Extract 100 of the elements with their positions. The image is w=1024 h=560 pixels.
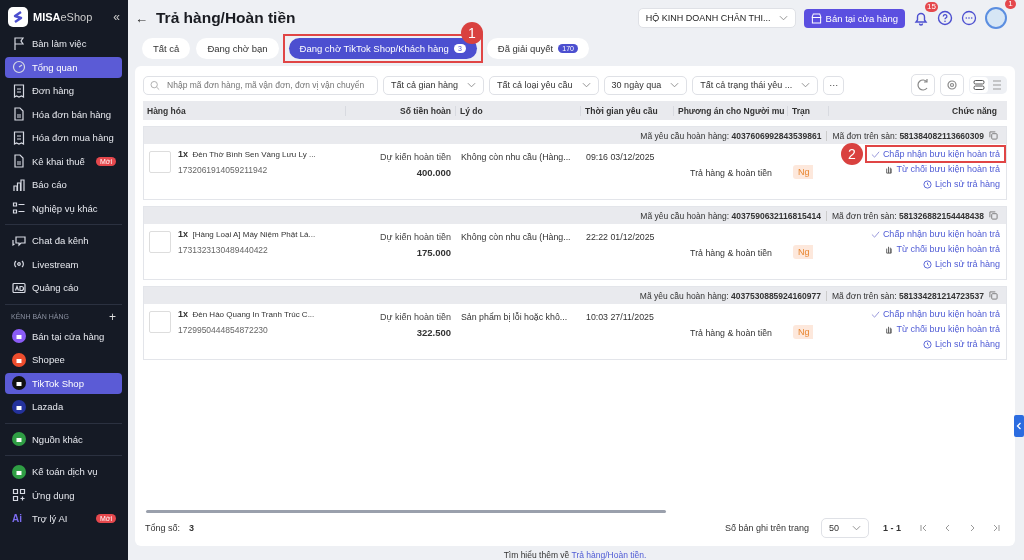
sidebar-item[interactable]: Lazada [5, 396, 122, 418]
search-field[interactable]: Nhập mã đơn hàng, mã vận đơn, đơn vị vận chuyển [143, 75, 378, 95]
first-page-icon[interactable] [919, 523, 929, 533]
notification-count: 15 [925, 2, 938, 12]
more-icon[interactable] [961, 10, 977, 26]
avatar[interactable] [985, 7, 1007, 29]
status-chip: Ng [793, 325, 813, 339]
callout-number: 2 [840, 143, 863, 165]
page-range: 1 - 1 [883, 523, 901, 533]
help-link[interactable]: Trả hàng/Hoàn tiền. [571, 550, 647, 560]
copy-icon[interactable] [989, 131, 998, 140]
sidebar-item[interactable]: Hóa đơn bán hàng [5, 103, 122, 125]
status-chip: Ng [793, 165, 813, 179]
chevron-down-icon [778, 15, 788, 21]
reason-text: Sản phẩm bị lỗi hoặc khô... [460, 311, 569, 324]
sidebar-item[interactable]: Tổng quan [5, 56, 122, 78]
logo-icon [8, 7, 28, 27]
add-button[interactable]: + [109, 310, 116, 323]
action-link[interactable]: Từ chối bưu kiện hoàn trả [884, 162, 1000, 176]
action-link[interactable]: Chấp nhận bưu kiện hoàn trả [870, 227, 1000, 241]
sidebar-item[interactable]: Hóa đơn mua hàng [5, 127, 122, 149]
action-link[interactable]: Từ chối bưu kiện hoàn trả [884, 322, 1000, 336]
sidebar-item[interactable]: Shopee [5, 349, 122, 371]
settings-icon[interactable] [940, 74, 964, 96]
order-code: Mã đơn trên sàn: 581384082113660309 [826, 130, 984, 141]
notification-bell-icon[interactable] [913, 10, 929, 26]
refund-amount: 400.000 [416, 167, 451, 178]
product-sku: 1732061914059211942 [178, 165, 269, 175]
sidebar-item[interactable]: Kế toán dịch vụ [5, 461, 122, 483]
product-name: 1x Đèn Hào Quang In Tranh Trúc C... [178, 309, 315, 319]
sidebar-item[interactable]: Bàn làm việc [5, 33, 122, 55]
action-link[interactable]: Từ chối bưu kiện hoàn trả [884, 242, 1000, 256]
action-link[interactable]: Chấp nhận bưu kiện hoàn trả [870, 147, 1000, 161]
refund-label: Dự kiến hoàn tiền [379, 232, 451, 242]
filter-dropdown[interactable]: 30 ngày qua [603, 75, 688, 95]
request-time: 10:03 27/11/2025 [585, 311, 655, 324]
check-icon [870, 229, 880, 239]
column-header: Trạn [787, 105, 828, 116]
action-link[interactable]: Lịch sử trả hàng [922, 177, 1000, 191]
sidebar-item[interactable]: Nguồn khác [5, 428, 122, 450]
order-code: Mã đơn trên sàn: 581326882154448438 [825, 210, 984, 221]
sidebar-item[interactable]: Quảng cáo [5, 277, 122, 299]
expand-handle-icon[interactable] [1014, 415, 1024, 437]
refund-label: Dự kiến hoàn tiền [379, 312, 451, 322]
filter-dropdown[interactable]: Tất cả gian hàng [383, 75, 485, 95]
buyer-solution: Trả hàng & hoàn tiền [689, 247, 773, 260]
card-view-icon[interactable] [970, 77, 988, 93]
product-name: 1x Đèn Thờ Bình Sen Vàng Lưu Ly ... [178, 149, 316, 159]
avatar-badge: 1 [1005, 0, 1016, 9]
history-icon [922, 179, 932, 189]
sidebar-item[interactable]: Nghiệp vụ khác [5, 197, 122, 219]
help-icon[interactable] [937, 10, 953, 26]
filter-dropdown[interactable]: Tất cả loại yêu cầu [489, 75, 599, 95]
request-code: Mã yêu cầu hoàn hàng: 4037606992843539861 [640, 130, 822, 141]
column-header: Chức năng [828, 105, 1007, 116]
hand-icon [884, 324, 894, 334]
buyer-solution: Trả hàng & hoàn tiền [689, 167, 773, 180]
sidebar-item[interactable]: Báo cáo [5, 174, 122, 196]
sidebar-item[interactable]: Bán tại cửa hàng [5, 325, 122, 347]
doc-icon [12, 154, 26, 169]
refresh-icon[interactable] [911, 74, 935, 96]
action-link[interactable]: Lịch sử trả hàng [922, 257, 1000, 271]
more-filters-button[interactable]: ··· [823, 75, 845, 95]
page-title: Trả hàng/Hoàn tiền [156, 9, 296, 27]
hand-icon [884, 164, 894, 174]
refund-label: Dự kiến hoàn tiền [379, 152, 451, 162]
history-icon [922, 339, 932, 349]
sidebar-item[interactable]: Livestream [5, 253, 122, 275]
collapse-button[interactable]: « [111, 10, 122, 24]
receipt-icon [12, 130, 26, 145]
pos-button[interactable]: Bán tại cửa hàng [803, 8, 905, 28]
sidebar-item[interactable]: Đơn hàng [5, 80, 122, 102]
sidebar-item[interactable]: Ứng dụng [5, 484, 122, 506]
column-header: Phương án cho Người mu [673, 105, 787, 116]
action-link[interactable]: Lịch sử trả hàng [922, 337, 1000, 351]
bar-chart-icon [12, 177, 26, 192]
page-size-dropdown[interactable]: 50 [821, 518, 869, 538]
column-header: Thời gian yêu cầu [580, 105, 673, 116]
sidebar-item[interactable]: Chat đa kênh [5, 230, 122, 252]
tab[interactable]: Đang chờ bạn [196, 37, 279, 59]
last-page-icon[interactable] [991, 523, 1001, 533]
grid-icon [12, 488, 26, 503]
image-placeholder [149, 231, 171, 253]
check-icon [870, 309, 880, 319]
column-header: Số tiền hoàn [345, 105, 455, 116]
store-dropdown[interactable]: HỘ KINH DOANH CHÂN THI... [637, 8, 796, 28]
chevron-down-icon [670, 82, 680, 88]
copy-icon[interactable] [989, 291, 998, 300]
callout-number: 1 [460, 21, 483, 44]
filter-dropdown[interactable]: Tất cả trạng thái yêu ... [692, 75, 819, 95]
ai-icon: Ai [12, 513, 26, 525]
chat-icon [12, 233, 26, 248]
tab[interactable]: Tất cả [142, 37, 191, 59]
back-button[interactable]: ← [135, 10, 148, 26]
copy-icon[interactable] [989, 211, 998, 220]
horizontal-scrollbar[interactable] [146, 510, 666, 513]
chevron-down-icon [581, 82, 591, 88]
store-icon [810, 12, 822, 24]
sidebar-item[interactable]: TikTok Shop [5, 372, 122, 394]
action-link[interactable]: Chấp nhận bưu kiện hoàn trả [870, 307, 1000, 321]
